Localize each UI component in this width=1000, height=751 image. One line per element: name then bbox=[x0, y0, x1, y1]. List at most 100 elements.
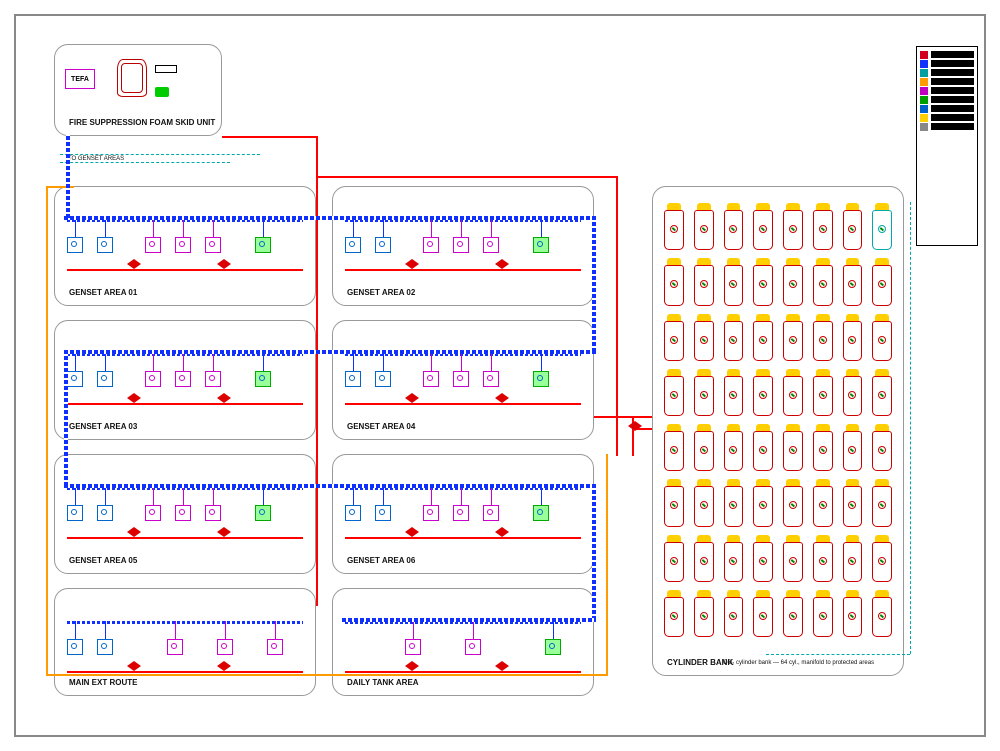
cylinder-icon bbox=[750, 201, 776, 252]
pilot-line bbox=[910, 202, 911, 654]
legend-label-bar bbox=[931, 123, 974, 130]
cylinder-icon bbox=[810, 533, 836, 584]
cylinder-icon bbox=[750, 312, 776, 363]
cylinder-icon bbox=[810, 312, 836, 363]
pressure-switch-icon bbox=[453, 237, 469, 253]
valve-icon bbox=[495, 661, 509, 671]
cylinder-icon bbox=[780, 256, 806, 307]
valve-icon bbox=[127, 527, 141, 537]
monitor-nozzle-icon bbox=[67, 639, 83, 655]
valve-icon bbox=[217, 661, 231, 671]
monitor-nozzle-icon bbox=[97, 505, 113, 521]
cylinder-icon bbox=[691, 477, 717, 528]
cylinder-icon bbox=[721, 533, 747, 584]
foam-main bbox=[594, 416, 652, 418]
legend-label-bar bbox=[931, 114, 974, 121]
legend-item bbox=[920, 86, 974, 95]
pressure-switch-icon bbox=[483, 237, 499, 253]
cylinder-icon bbox=[721, 367, 747, 418]
legend-swatch-icon bbox=[920, 96, 928, 104]
valve-icon bbox=[405, 393, 419, 403]
legend-label-bar bbox=[931, 51, 974, 58]
cylinder-icon bbox=[691, 201, 717, 252]
valve-icon bbox=[217, 259, 231, 269]
cylinder-icon bbox=[869, 201, 895, 252]
pilot-line bbox=[766, 654, 910, 655]
cylinder-icon bbox=[780, 312, 806, 363]
cylinder-icon bbox=[780, 201, 806, 252]
pressure-switch-icon bbox=[217, 639, 233, 655]
detector-icon bbox=[255, 371, 271, 387]
cylinder-icon bbox=[780, 367, 806, 418]
legend-swatch-icon bbox=[920, 60, 928, 68]
valve-icon bbox=[217, 393, 231, 403]
device-row bbox=[67, 617, 303, 677]
legend-swatch-icon bbox=[920, 69, 928, 77]
legend-item bbox=[920, 95, 974, 104]
cylinder-icon bbox=[840, 588, 866, 639]
pressure-switch-icon bbox=[423, 505, 439, 521]
valve-icon bbox=[127, 259, 141, 269]
valve-icon bbox=[495, 393, 509, 403]
area-label: MAIN EXT ROUTE bbox=[69, 678, 137, 687]
area-genset-03: GENSET AREA 03 bbox=[54, 320, 316, 440]
cylinder-icon bbox=[721, 588, 747, 639]
monitor-nozzle-icon bbox=[375, 371, 391, 387]
valve-icon bbox=[127, 393, 141, 403]
area-label: FIRE SUPPRESSION FOAM SKID UNIT bbox=[69, 118, 215, 127]
legend-label-bar bbox=[931, 105, 974, 112]
pressure-switch-icon bbox=[145, 505, 161, 521]
cylinder-icon bbox=[840, 477, 866, 528]
detector-icon bbox=[255, 505, 271, 521]
cylinder-icon bbox=[869, 588, 895, 639]
pilot-line bbox=[60, 162, 230, 163]
detector-icon bbox=[545, 639, 561, 655]
device-row bbox=[67, 215, 303, 275]
monitor-nozzle-icon bbox=[97, 639, 113, 655]
area-foam-skid: TEFA FIRE SUPPRESSION FOAM SKID UNIT bbox=[54, 44, 222, 136]
legend-label-bar bbox=[931, 96, 974, 103]
area-main-ext: MAIN EXT ROUTE bbox=[54, 588, 316, 696]
monitor-nozzle-icon bbox=[67, 237, 83, 253]
legend-item bbox=[920, 77, 974, 86]
foam-main bbox=[316, 136, 318, 606]
cylinder-icon bbox=[721, 422, 747, 473]
cylinder-icon bbox=[869, 312, 895, 363]
pressure-switch-icon bbox=[175, 505, 191, 521]
device-row bbox=[345, 617, 581, 677]
cylinder-icon bbox=[750, 533, 776, 584]
gauge-icon bbox=[155, 65, 177, 73]
area-label: GENSET AREA 06 bbox=[347, 556, 415, 565]
foam-main bbox=[222, 136, 318, 138]
cylinder-icon bbox=[721, 312, 747, 363]
area-genset-06: GENSET AREA 06 bbox=[332, 454, 594, 574]
monitor-nozzle-icon bbox=[375, 505, 391, 521]
area-genset-01: GENSET AREA 01 bbox=[54, 186, 316, 306]
foam-tank-icon bbox=[117, 59, 147, 97]
area-genset-05: GENSET AREA 05 bbox=[54, 454, 316, 574]
pump-icon bbox=[155, 87, 169, 97]
pressure-switch-icon bbox=[145, 371, 161, 387]
legend-item bbox=[920, 113, 974, 122]
cylinder-icon bbox=[661, 256, 687, 307]
monitor-nozzle-icon bbox=[345, 237, 361, 253]
pressure-switch-icon bbox=[423, 237, 439, 253]
cylinder-icon bbox=[750, 256, 776, 307]
note-text: CO₂ cylinder bank — 64 cyl., manifold to… bbox=[723, 660, 874, 666]
cylinder-icon bbox=[691, 256, 717, 307]
legend-label-bar bbox=[931, 69, 974, 76]
area-label: DAILY TANK AREA bbox=[347, 678, 419, 687]
cylinder-grid bbox=[661, 201, 895, 639]
cylinder-icon bbox=[869, 533, 895, 584]
cylinder-icon bbox=[721, 256, 747, 307]
foam-main bbox=[616, 176, 618, 456]
valve-icon bbox=[217, 527, 231, 537]
pressure-switch-icon bbox=[205, 371, 221, 387]
cylinder-icon bbox=[810, 201, 836, 252]
cylinder-icon bbox=[661, 422, 687, 473]
legend-label-bar bbox=[931, 87, 974, 94]
pressure-switch-icon bbox=[465, 639, 481, 655]
pressure-switch-icon bbox=[453, 505, 469, 521]
cylinder-icon bbox=[840, 312, 866, 363]
legend-item bbox=[920, 122, 974, 131]
